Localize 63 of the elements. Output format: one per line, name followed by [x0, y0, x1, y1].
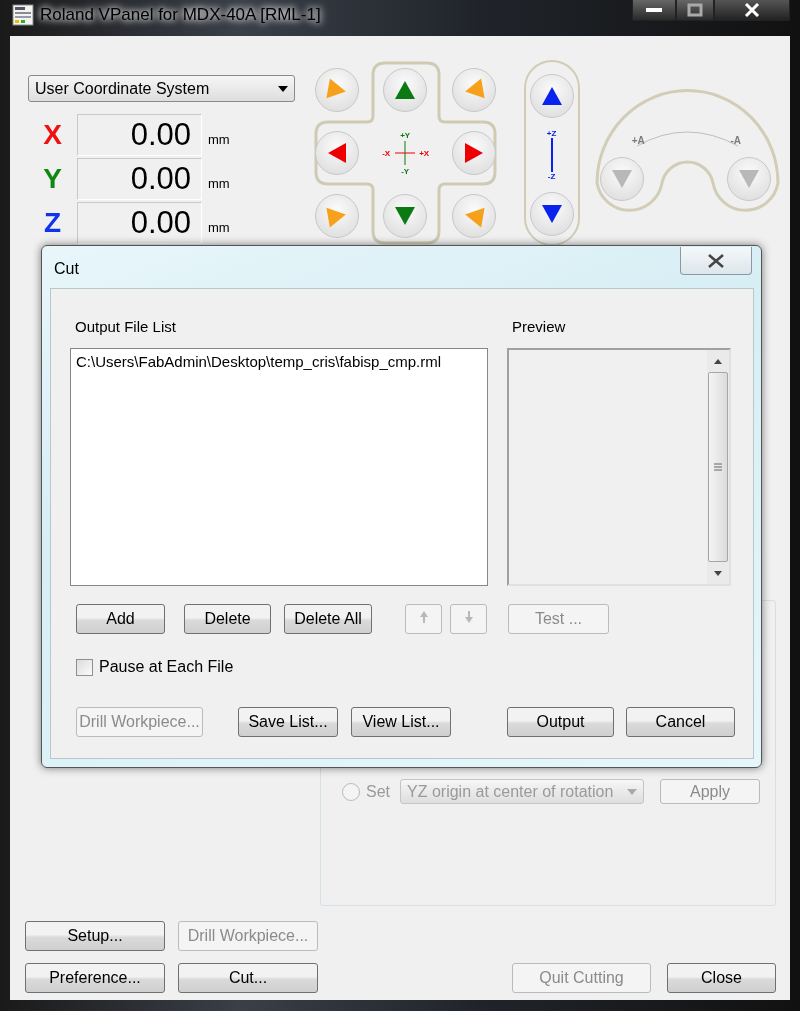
close-button[interactable]: [714, 0, 790, 21]
coordinate-value: 0.00: [77, 202, 202, 244]
jog-button[interactable]: [383, 68, 428, 112]
coordinate-value: 0.00: [77, 114, 202, 156]
axis-label: -Y: [401, 166, 410, 176]
preview-label: Preview: [512, 318, 567, 337]
scroll-thumb[interactable]: [708, 372, 728, 562]
button[interactable]: Save List...: [238, 707, 338, 737]
axis-label: -Z: [547, 172, 556, 181]
radio-label: Set: [366, 782, 390, 801]
button[interactable]: Close: [667, 963, 776, 993]
button[interactable]: Delete: [184, 604, 271, 634]
file-list-item[interactable]: C:\Users\FabAdmin\Desktop\temp_cris\fabisp_cmp.rml: [76, 353, 482, 370]
button[interactable]: Delete All: [284, 604, 372, 634]
axis-line-icon: [550, 138, 553, 172]
jog-button[interactable]: [529, 192, 574, 236]
button[interactable]: Cancel: [626, 707, 735, 737]
caret-icon: [714, 358, 722, 364]
coordinate-value: 0.00: [77, 158, 202, 200]
axis-label: +Y: [400, 130, 411, 140]
app-icon: [12, 4, 34, 26]
close-icon: [707, 253, 725, 268]
caret-icon: [277, 85, 288, 92]
jog-button[interactable]: [314, 131, 359, 175]
close-button[interactable]: [680, 247, 752, 275]
maximize-icon: [687, 3, 703, 17]
axis-cross-icon: [395, 141, 416, 165]
minimize-icon: [646, 7, 662, 13]
jog-button[interactable]: [529, 74, 574, 118]
caret-icon: [627, 788, 637, 795]
axis-label: Y: [42, 163, 63, 195]
jog-button[interactable]: [451, 131, 496, 175]
minimize-button[interactable]: [632, 0, 676, 21]
button[interactable]: Setup...: [25, 921, 165, 951]
radio-button[interactable]: [342, 782, 360, 801]
axis-label: X: [42, 119, 63, 151]
button[interactable]: Add: [76, 604, 165, 634]
coordinate-system-dropdown[interactable]: User Coordinate System: [28, 75, 295, 102]
caret-icon: [714, 570, 722, 576]
axis-label: Z: [42, 207, 63, 239]
maximize-button[interactable]: [676, 0, 714, 21]
axis-label: -X: [382, 148, 391, 158]
button[interactable]: Output: [507, 707, 614, 737]
jog-button[interactable]: [383, 194, 428, 238]
unit-label: mm: [208, 219, 230, 235]
arrow-down-icon: [463, 610, 474, 624]
button[interactable]: View List...: [351, 707, 451, 737]
button[interactable]: Preference...: [25, 963, 165, 993]
output-file-list[interactable]: C:\Users\FabAdmin\Desktop\temp_cris\fabisp_cmp.rml: [70, 348, 488, 586]
checkbox-label: Pause at Each File: [99, 658, 234, 676]
unit-label: mm: [208, 131, 230, 147]
button[interactable]: Cut...: [178, 963, 318, 993]
axis-label: +A: [631, 135, 645, 148]
arrow-up-icon: [418, 610, 429, 624]
axis-label: +Z: [546, 129, 557, 138]
axis-label: -A: [730, 135, 741, 148]
checkbox[interactable]: [76, 658, 93, 676]
unit-label: mm: [208, 175, 230, 191]
list-label: Output File List: [75, 318, 177, 337]
axis-label: +X: [419, 148, 430, 158]
dialog-title: Cut: [54, 260, 79, 278]
close-icon: [744, 3, 760, 17]
grip-icon: [714, 463, 722, 471]
